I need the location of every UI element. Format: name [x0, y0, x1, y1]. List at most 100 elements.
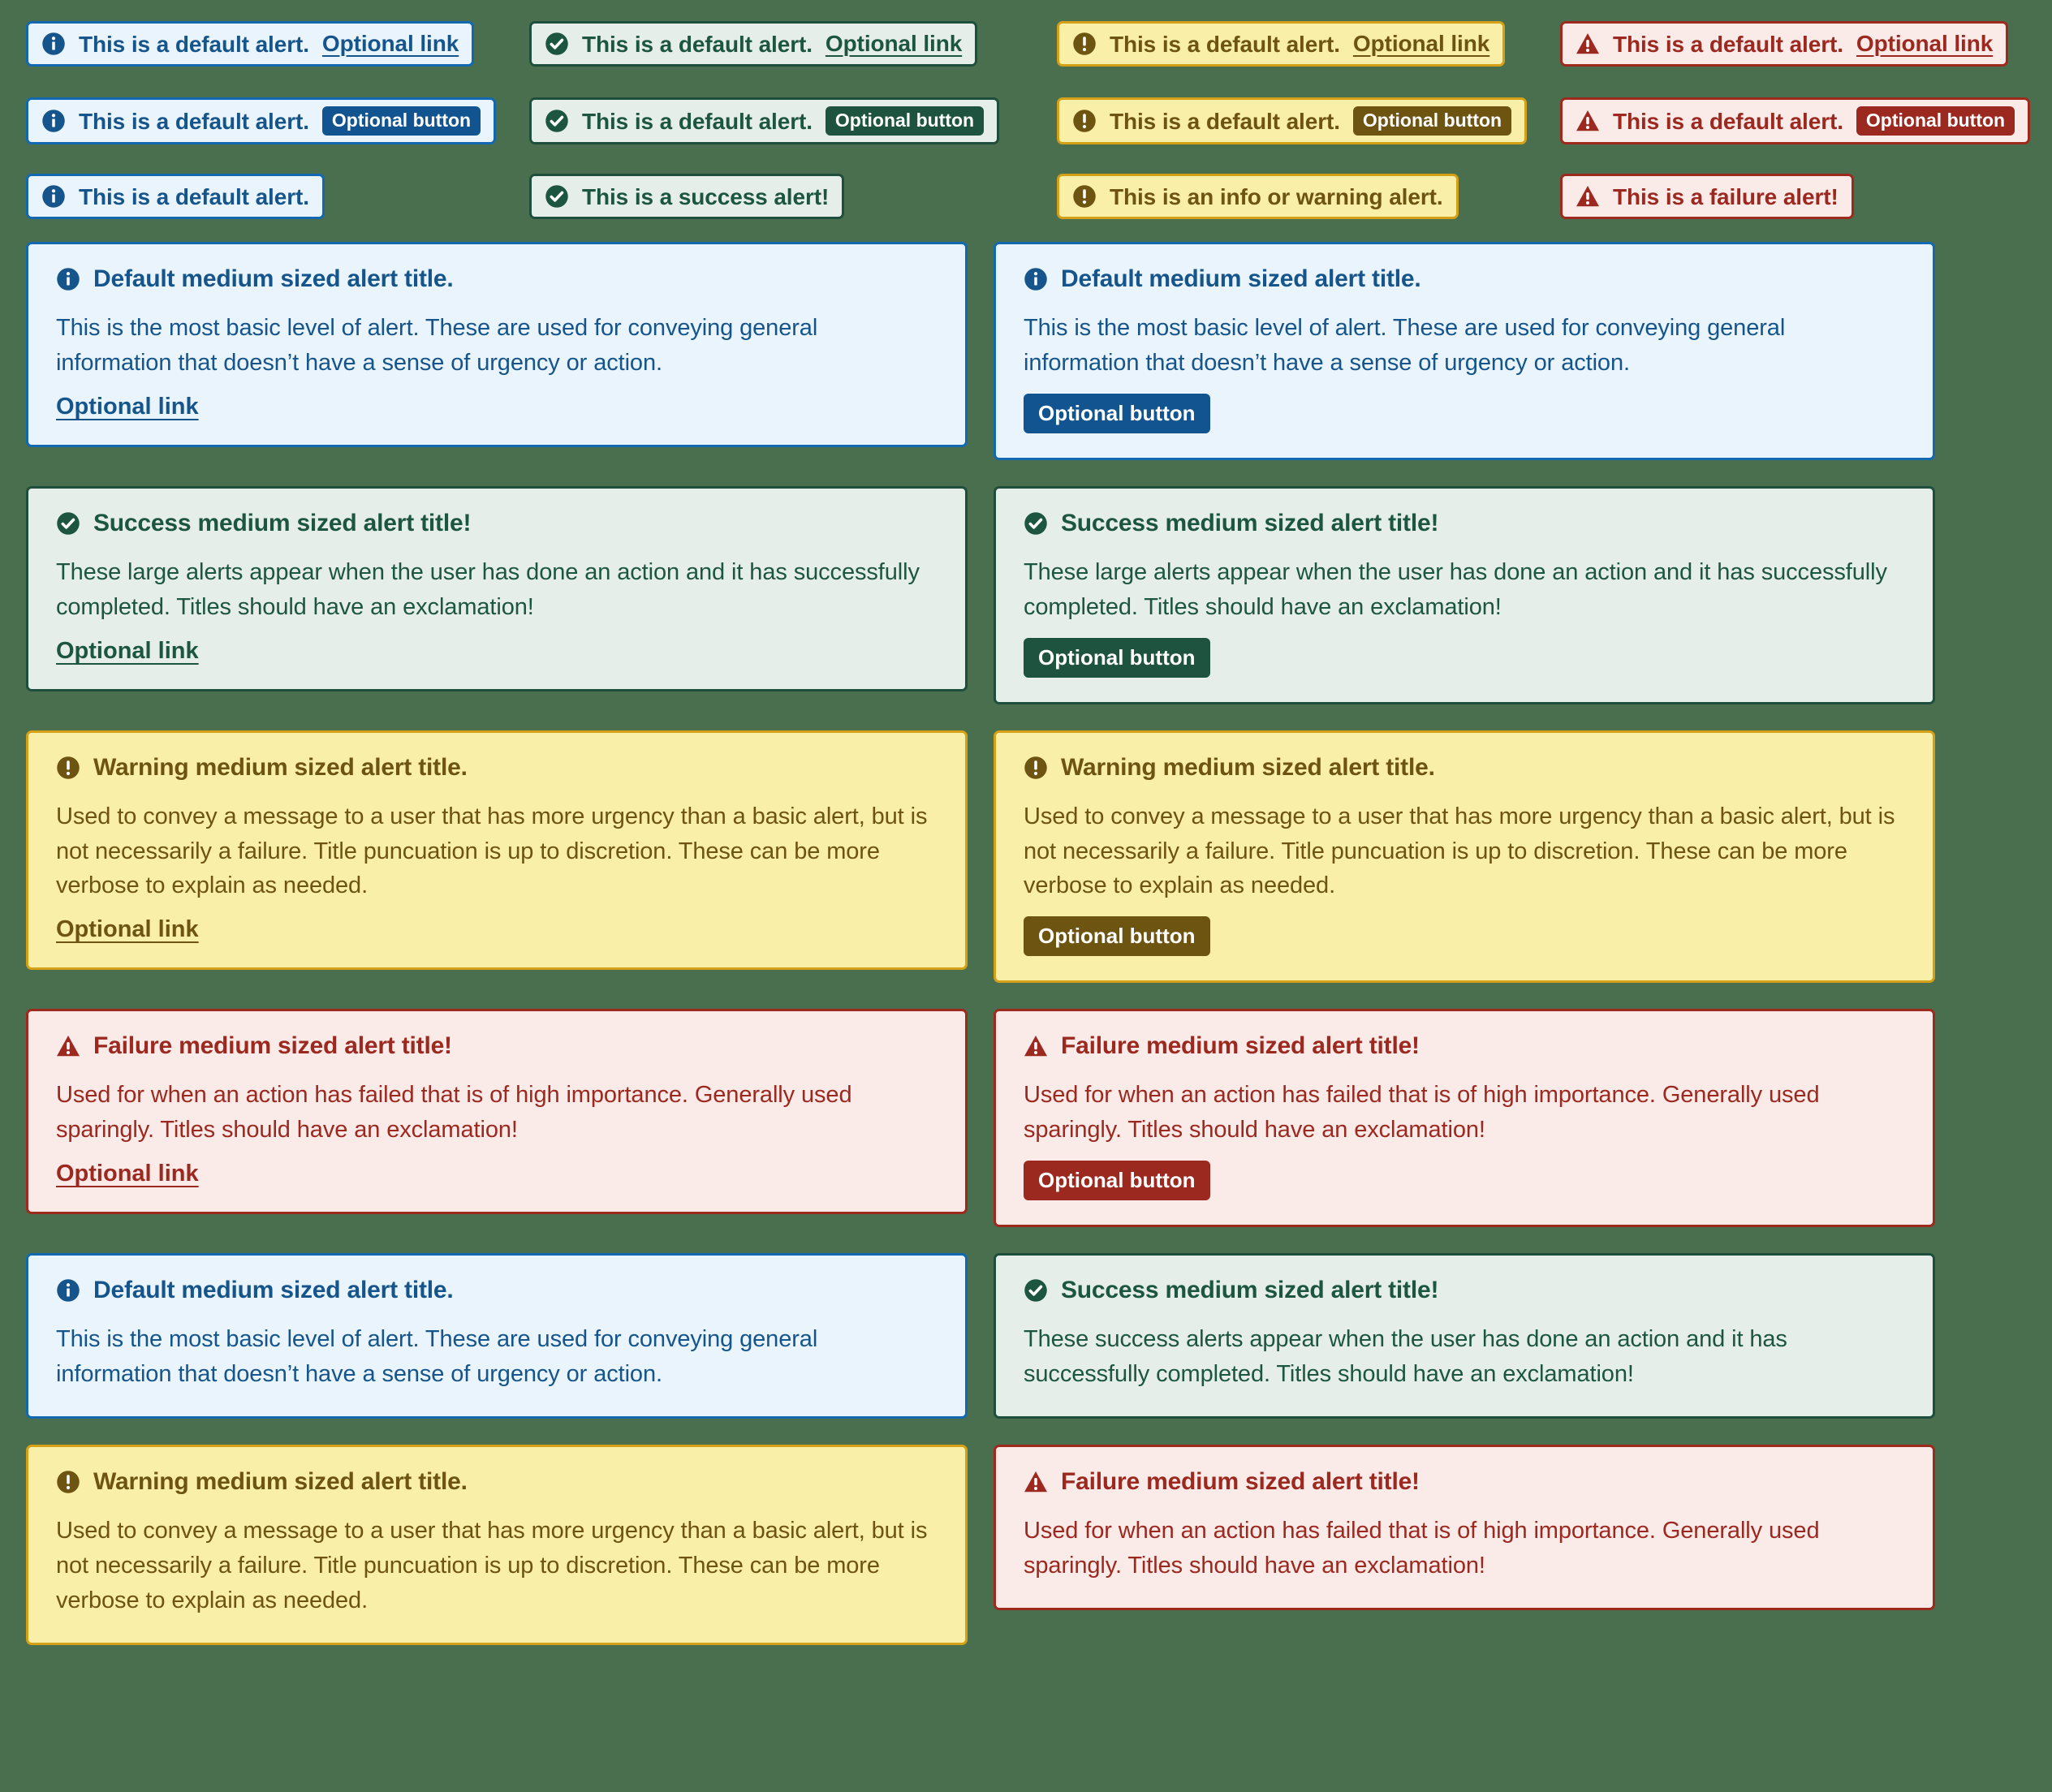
alert-card-body: This is the most basic level of alert. T…: [56, 1326, 818, 1388]
alert-card-title: Warning medium sized alert title.: [56, 755, 938, 780]
alert-card-body: Used for when an action has failed that …: [1024, 1517, 1820, 1579]
small-alert-cell: This is a default alert. Optional button: [26, 97, 529, 144]
alert-small-failure: This is a default alert. Optional link: [1560, 21, 2009, 67]
alert-card-title-text: Warning medium sized alert title.: [1061, 753, 1435, 781]
optional-button[interactable]: Optional button: [825, 106, 985, 136]
optional-button[interactable]: Optional button: [1024, 393, 1210, 433]
alert-gallery-page: This is a default alert. Optional link Thi…: [0, 0, 2052, 1792]
info-circle-icon: [41, 32, 66, 56]
optional-link[interactable]: Optional link: [1353, 31, 1489, 57]
small-alert-cell: This is a default alert. Optional link: [1560, 21, 2052, 67]
alert-card-title: Warning medium sized alert title.: [56, 1469, 938, 1494]
alert-card-title-text: Success medium sized alert title!: [1061, 1277, 1439, 1304]
warning-triangle-icon: [1024, 1470, 1048, 1494]
alert-message: This is a default alert.: [1613, 108, 1843, 134]
alert-small-success: This is a default alert. Optional link: [529, 21, 978, 67]
warning-triangle-icon: [1576, 32, 1600, 56]
alert-card-title-text: Default medium sized alert title.: [1061, 265, 1421, 292]
alert-card-row: Failure medium sized alert title! Used fo…: [0, 1009, 1935, 1228]
info-circle-icon: [56, 1278, 80, 1303]
alert-card-row: Warning medium sized alert title. Used to…: [0, 1444, 1935, 1645]
alert-card-title: Warning medium sized alert title.: [1024, 753, 1905, 781]
optional-link[interactable]: Optional link: [322, 31, 459, 57]
alert-card-title-text: Success medium sized alert title!: [1061, 509, 1439, 536]
warning-triangle-icon: [1576, 109, 1600, 133]
alert-card-title-text: Default medium sized alert title.: [93, 1277, 454, 1304]
alert-card-body: Used for when an action has failed that …: [1024, 1082, 1820, 1144]
optional-button[interactable]: Optional button: [1352, 106, 1512, 136]
alert-card-title-text: Failure medium sized alert title!: [1061, 1032, 1420, 1060]
alert-card-action: Optional button: [1024, 916, 1905, 957]
alert-card-row: Default medium sized alert title. This is…: [0, 1253, 1935, 1419]
alert-card-failure: Failure medium sized alert title! Used fo…: [26, 1009, 968, 1215]
alert-card-failure: Failure medium sized alert title! Used fo…: [994, 1444, 1935, 1610]
alert-card-body: This is the most basic level of alert. T…: [1024, 315, 1786, 376]
alert-message: This is a default alert.: [79, 183, 309, 209]
optional-link[interactable]: Optional link: [56, 1161, 199, 1187]
optional-link[interactable]: Optional link: [56, 916, 199, 943]
alert-card-title-text: Failure medium sized alert title!: [1061, 1467, 1420, 1495]
optional-link[interactable]: Optional link: [56, 638, 199, 665]
small-alert-cell: This is a default alert. Optional link: [529, 21, 1057, 67]
small-alert-cell: This is a success alert!: [529, 174, 1057, 219]
alert-card-action: Optional button: [1024, 1161, 1905, 1201]
alert-message: This is a success alert!: [582, 183, 830, 209]
warning-triangle-icon: [56, 1034, 80, 1058]
alert-card-success: Success medium sized alert title! These s…: [994, 1253, 1935, 1419]
alert-small-failure: This is a default alert. Optional button: [1560, 97, 2031, 144]
warning-triangle-icon: [1576, 184, 1600, 209]
alert-card-body: Used to convey a message to a user that …: [56, 1517, 928, 1613]
alert-small-warning: This is a default alert. Optional link: [1057, 21, 1506, 67]
alert-message: This is a failure alert!: [1613, 183, 1839, 209]
alert-card-row: Success medium sized alert title! These l…: [0, 485, 1935, 704]
alert-card-title-text: Failure medium sized alert title!: [93, 1032, 452, 1060]
alert-small-warning: This is a default alert. Optional button: [1057, 97, 1528, 144]
exclamation-circle-icon: [1072, 32, 1097, 56]
check-circle-icon: [545, 32, 569, 56]
optional-button[interactable]: Optional button: [321, 106, 481, 136]
optional-button[interactable]: Optional button: [1024, 637, 1210, 678]
alert-card-default: Default medium sized alert title. This is…: [994, 242, 1935, 460]
alert-card-title: Success medium sized alert title!: [1024, 509, 1905, 536]
exclamation-circle-icon: [1072, 109, 1097, 133]
alert-card-action: Optional link: [56, 638, 938, 665]
alert-card-title: Success medium sized alert title!: [1024, 1278, 1905, 1303]
optional-link[interactable]: Optional link: [1856, 31, 1993, 57]
info-circle-icon: [56, 267, 80, 291]
alert-message: This is a default alert.: [582, 31, 813, 57]
alert-card-rows: Default medium sized alert title. This is…: [0, 242, 1935, 1671]
small-alert-cell: This is a default alert. Optional button: [529, 97, 1057, 144]
exclamation-circle-icon: [56, 756, 80, 780]
alert-message: This is a default alert.: [1110, 108, 1340, 134]
check-circle-icon: [1024, 511, 1048, 536]
alert-card-action: Optional link: [56, 1161, 938, 1187]
alert-card-body: Used for when an action has failed that …: [56, 1082, 852, 1144]
alert-cards-region: Default medium sized alert title. This is…: [0, 242, 2052, 1671]
exclamation-circle-icon: [56, 1470, 80, 1494]
check-circle-icon: [56, 511, 80, 536]
optional-button[interactable]: Optional button: [1024, 1161, 1210, 1201]
alert-card-default: Default medium sized alert title. This is…: [26, 242, 968, 447]
optional-button[interactable]: Optional button: [1856, 106, 2015, 136]
alert-message: This is an info or warning alert.: [1110, 183, 1443, 209]
small-alert-cell: This is a default alert. Optional button: [1560, 97, 2052, 144]
alert-card-action: Optional link: [56, 394, 938, 420]
check-circle-icon: [1024, 1278, 1048, 1303]
optional-link[interactable]: Optional link: [56, 394, 199, 420]
exclamation-circle-icon: [1024, 756, 1048, 780]
alert-message: This is a default alert.: [79, 31, 309, 57]
alert-message: This is a default alert.: [582, 108, 813, 134]
optional-link[interactable]: Optional link: [826, 31, 962, 57]
alert-card-title: Success medium sized alert title!: [56, 510, 938, 536]
alert-card-failure: Failure medium sized alert title! Used fo…: [994, 1009, 1935, 1228]
alert-small-failure: This is a failure alert!: [1560, 174, 1854, 219]
alert-card-warning: Warning medium sized alert title. Used to…: [994, 730, 1935, 984]
alert-message: This is a default alert.: [1613, 31, 1843, 57]
check-circle-icon: [545, 109, 569, 133]
optional-button[interactable]: Optional button: [1024, 916, 1210, 957]
alert-card-success: Success medium sized alert title! These l…: [994, 485, 1935, 704]
alert-card-warning: Warning medium sized alert title. Used to…: [26, 730, 968, 971]
small-alerts-grid: This is a default alert. Optional link Thi…: [0, 21, 2052, 224]
alert-card-title: Failure medium sized alert title!: [1024, 1034, 1905, 1058]
alert-card-warning: Warning medium sized alert title. Used to…: [26, 1444, 968, 1645]
